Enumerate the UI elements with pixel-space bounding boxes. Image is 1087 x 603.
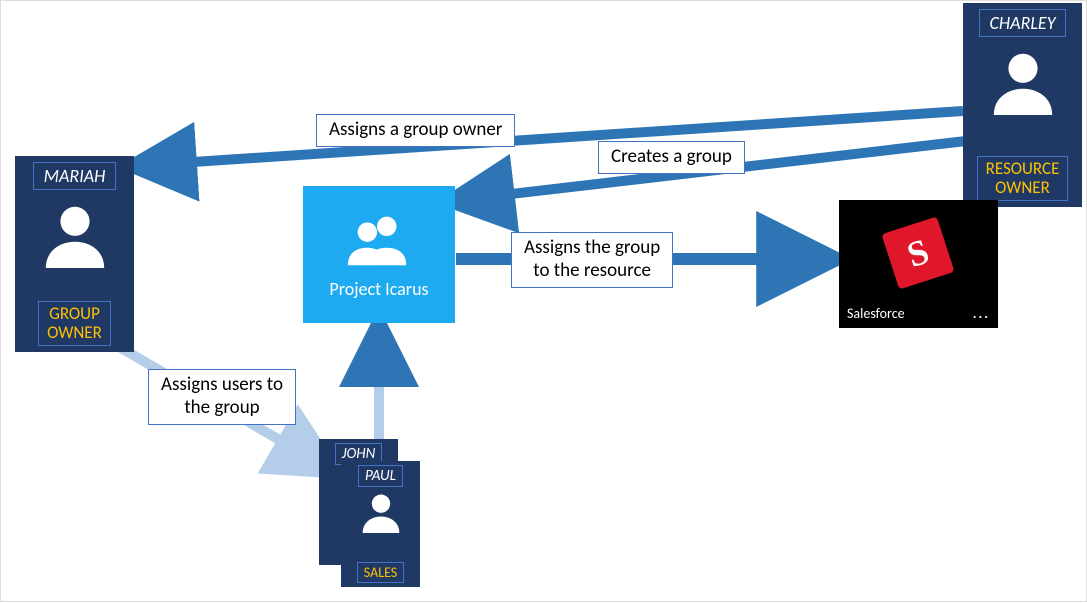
user-role: SALES bbox=[357, 562, 404, 583]
user-role: GROUPOWNER bbox=[38, 301, 111, 346]
user-name: PAUL bbox=[358, 465, 403, 487]
user-name: CHARLEY bbox=[979, 9, 1067, 37]
edge-label-assigns-to-resource: Assigns the groupto the resource bbox=[511, 232, 673, 288]
app-label: Salesforce bbox=[847, 305, 905, 322]
group-icon bbox=[344, 209, 414, 272]
edge-label-assigns-owner: Assigns a group owner bbox=[316, 114, 515, 147]
user-card-mariah: MARIAH GROUPOWNER bbox=[15, 156, 134, 352]
person-icon bbox=[40, 198, 110, 268]
app-tile-salesforce: S Salesforce ... bbox=[839, 200, 998, 328]
person-icon bbox=[359, 489, 403, 538]
diagram-canvas: CHARLEY RESOURCEOWNER MARIAH GROUPOWNER … bbox=[1, 1, 1086, 601]
salesforce-logo-icon: S bbox=[881, 216, 954, 289]
user-role: RESOURCEOWNER bbox=[977, 156, 1069, 201]
user-card-paul: PAUL SALES bbox=[341, 461, 420, 587]
person-icon bbox=[988, 45, 1058, 115]
edge-label-creates-group: Creates a group bbox=[598, 141, 745, 174]
user-name: MARIAH bbox=[33, 162, 117, 190]
user-card-charley: CHARLEY RESOURCEOWNER bbox=[963, 3, 1082, 207]
edge-label-assigns-users: Assigns users tothe group bbox=[148, 369, 296, 425]
group-label: Project Icarus bbox=[329, 278, 428, 300]
group-tile: Project Icarus bbox=[303, 186, 455, 323]
more-icon: ... bbox=[973, 305, 990, 322]
